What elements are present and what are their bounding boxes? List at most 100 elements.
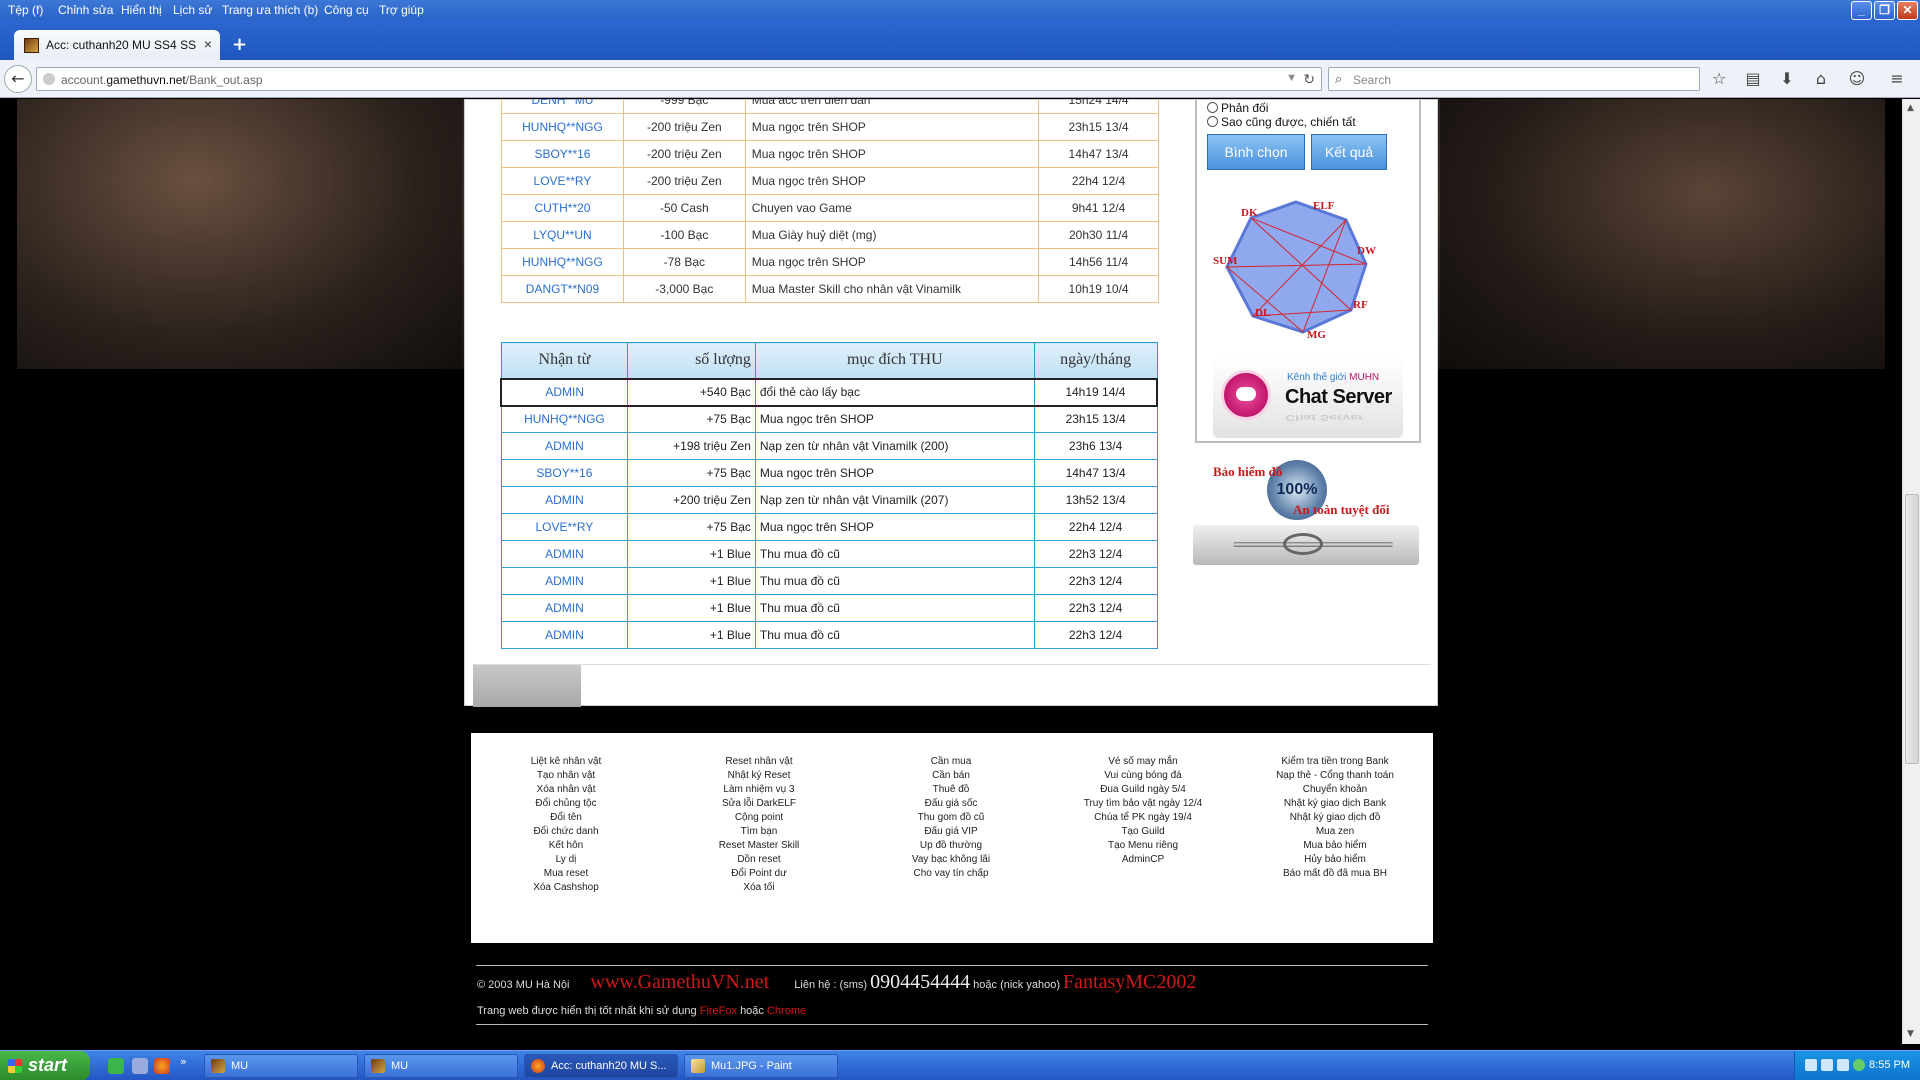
tab-close-icon[interactable]: × bbox=[204, 36, 212, 52]
receive-sender-link[interactable]: ADMIN bbox=[500, 567, 629, 595]
site-info-icon[interactable] bbox=[43, 73, 55, 85]
home-icon[interactable]: ⌂ bbox=[1810, 69, 1832, 91]
receive-sender-link[interactable]: ADMIN bbox=[500, 486, 629, 514]
send-recipient-link[interactable]: HUNHQ**NGG bbox=[501, 248, 624, 276]
security-icon[interactable] bbox=[1837, 1059, 1849, 1071]
footer-link[interactable]: Sửa lỗi DarkELF bbox=[664, 797, 854, 811]
footer-link[interactable]: Dồn reset bbox=[664, 853, 854, 867]
reload-icon[interactable]: ↻ bbox=[1303, 71, 1315, 88]
back-button[interactable]: ← bbox=[4, 65, 32, 93]
receive-sender-link[interactable]: HUNHQ**NGG bbox=[500, 405, 629, 433]
footer-link[interactable]: Cộng point bbox=[664, 811, 854, 825]
minimize-button[interactable]: _ bbox=[1851, 1, 1872, 20]
footer-link[interactable]: Reset nhân vật bbox=[664, 755, 854, 769]
volume-icon[interactable] bbox=[1821, 1059, 1833, 1071]
footer-link[interactable]: Tạo Guild bbox=[1048, 825, 1238, 839]
footer-link[interactable]: Đổi Point dư bbox=[664, 867, 854, 881]
downloads-icon[interactable]: ⬇ bbox=[1776, 69, 1798, 91]
receive-sender-link[interactable]: ADMIN bbox=[500, 540, 629, 568]
footer-link[interactable]: Báo mất đồ đã mua BH bbox=[1240, 867, 1430, 881]
footer-link[interactable]: Cần bán bbox=[856, 769, 1046, 783]
footer-link[interactable]: Hủy bảo hiểm bbox=[1240, 853, 1430, 867]
sword-banner[interactable] bbox=[1193, 525, 1419, 565]
footer-link[interactable]: Đua Guild ngày 5/4 bbox=[1048, 783, 1238, 797]
footer-link[interactable]: Mua reset bbox=[471, 867, 661, 881]
footer-link[interactable]: Nhật ký giao dịch Bank bbox=[1240, 797, 1430, 811]
taskbar-button-mu-2[interactable]: MU bbox=[364, 1054, 518, 1078]
chat-icon[interactable]: ☺ bbox=[1846, 69, 1868, 91]
footer-link[interactable]: Nhật ký Reset bbox=[664, 769, 854, 783]
footer-link[interactable]: Tạo Menu riêng bbox=[1048, 839, 1238, 853]
vote-button[interactable]: Bình chọn bbox=[1207, 134, 1305, 170]
receive-sender-link[interactable]: ADMIN bbox=[500, 621, 629, 649]
menu-history[interactable]: Lịch sử bbox=[173, 3, 212, 17]
radio-icon[interactable] bbox=[1207, 102, 1218, 113]
scroll-down-icon[interactable]: ▼ bbox=[1907, 1029, 1914, 1039]
send-recipient-link[interactable]: DENH**MU bbox=[501, 99, 624, 114]
footer-link[interactable]: Đấu giá sốc bbox=[856, 797, 1046, 811]
footer-link[interactable]: Xóa tối bbox=[664, 881, 854, 895]
footer-link[interactable]: Vé số may mắn bbox=[1048, 755, 1238, 769]
footer-link[interactable]: Kiểm tra tiền trong Bank bbox=[1240, 755, 1430, 769]
close-window-button[interactable]: ✕ bbox=[1897, 1, 1918, 20]
footer-link[interactable]: Nạp thẻ - Cổng thanh toán bbox=[1240, 769, 1430, 783]
scrollbar-thumb[interactable] bbox=[1905, 494, 1919, 764]
send-recipient-link[interactable]: LYQU**UN bbox=[501, 221, 624, 249]
network-icon[interactable] bbox=[1805, 1059, 1817, 1071]
footer-link[interactable]: Nhật ký giao dịch đồ bbox=[1240, 811, 1430, 825]
footer-link[interactable]: Thu gom đồ cũ bbox=[856, 811, 1046, 825]
send-recipient-link[interactable]: DANGT**N09 bbox=[501, 275, 624, 303]
url-dropdown-icon[interactable]: ▼ bbox=[1286, 72, 1297, 84]
footer-link[interactable]: Đấu giá VIP bbox=[856, 825, 1046, 839]
start-button[interactable]: start bbox=[0, 1051, 90, 1080]
send-recipient-link[interactable]: SBOY**16 bbox=[501, 140, 624, 168]
footer-link[interactable]: Tìm bạn bbox=[664, 825, 854, 839]
restore-button[interactable]: ❐ bbox=[1874, 1, 1895, 20]
poll-option-whatever[interactable]: Sao cũng được, chiến tất bbox=[1207, 115, 1356, 129]
footer-link[interactable]: Mua zen bbox=[1240, 825, 1430, 839]
site-link[interactable]: www.GamethuVN.net bbox=[591, 971, 770, 993]
footer-link[interactable]: Vui cùng bóng đá bbox=[1048, 769, 1238, 783]
receive-sender-link[interactable]: ADMIN bbox=[500, 432, 629, 460]
bookmark-star-icon[interactable]: ☆ bbox=[1708, 69, 1730, 91]
footer-link[interactable]: Thuê đồ bbox=[856, 783, 1046, 797]
menu-view[interactable]: Hiển thị bbox=[121, 3, 162, 17]
taskbar-button-firefox[interactable]: Acc: cuthanh20 MU S... bbox=[524, 1054, 678, 1078]
insurance-banner[interactable]: 100% Bảo hiểm đồ An toàn tuyệt đối bbox=[1195, 458, 1421, 530]
globe-icon[interactable] bbox=[1853, 1059, 1865, 1071]
scroll-up-icon[interactable]: ▲ bbox=[1907, 103, 1914, 113]
footer-link[interactable]: Đổi chủng tộc bbox=[471, 797, 661, 811]
quicklaunch-tool-icon[interactable] bbox=[132, 1058, 148, 1074]
search-bar[interactable]: ⌕ Search bbox=[1328, 67, 1700, 91]
footer-link[interactable]: Xóa Cashshop bbox=[471, 881, 661, 895]
menu-file[interactable]: Tệp (f) bbox=[8, 3, 43, 17]
taskbar-button-mu-1[interactable]: MU bbox=[204, 1054, 358, 1078]
footer-link[interactable]: Chúa tể PK ngày 19/4 bbox=[1048, 811, 1238, 825]
footer-link[interactable]: Truy tìm bảo vật ngày 12/4 bbox=[1048, 797, 1238, 811]
footer-link[interactable]: Liệt kê nhân vật bbox=[471, 755, 661, 769]
footer-link[interactable]: Cần mua bbox=[856, 755, 1046, 769]
result-button[interactable]: Kết quả bbox=[1311, 134, 1387, 170]
footer-link[interactable]: Xóa nhân vật bbox=[471, 783, 661, 797]
receive-sender-link[interactable]: SBOY**16 bbox=[500, 459, 629, 487]
page-scrollbar[interactable]: ▲ ▼ bbox=[1902, 99, 1920, 1044]
chat-server-banner[interactable]: Kênh thế giới MUHN Chat Server Chat Serv… bbox=[1213, 358, 1403, 438]
footer-link[interactable]: Tạo nhân vật bbox=[471, 769, 661, 783]
footer-link[interactable]: Kết hôn bbox=[471, 839, 661, 853]
quicklaunch-app-icon[interactable] bbox=[108, 1058, 124, 1074]
footer-link[interactable]: Ly dị bbox=[471, 853, 661, 867]
radio-icon[interactable] bbox=[1207, 116, 1218, 127]
footer-link[interactable]: Cho vay tín chấp bbox=[856, 867, 1046, 881]
footer-link[interactable]: Mua bảo hiểm bbox=[1240, 839, 1430, 853]
reading-list-icon[interactable]: ▤ bbox=[1742, 69, 1764, 91]
footer-link[interactable]: Up đồ thường bbox=[856, 839, 1046, 853]
receive-sender-link[interactable]: LOVE**RY bbox=[500, 513, 629, 541]
footer-link[interactable]: Đổi tên bbox=[471, 811, 661, 825]
quicklaunch-more-icon[interactable]: » bbox=[180, 1055, 196, 1071]
send-recipient-link[interactable]: HUNHQ**NGG bbox=[501, 113, 624, 141]
menu-bookmarks[interactable]: Trang ưa thích (b) bbox=[222, 3, 318, 17]
new-tab-button[interactable]: + bbox=[232, 34, 247, 55]
menu-edit[interactable]: Chỉnh sửa bbox=[58, 3, 113, 17]
footer-link[interactable]: Reset Master Skill bbox=[664, 839, 854, 853]
footer-link[interactable]: Làm nhiệm vụ 3 bbox=[664, 783, 854, 797]
